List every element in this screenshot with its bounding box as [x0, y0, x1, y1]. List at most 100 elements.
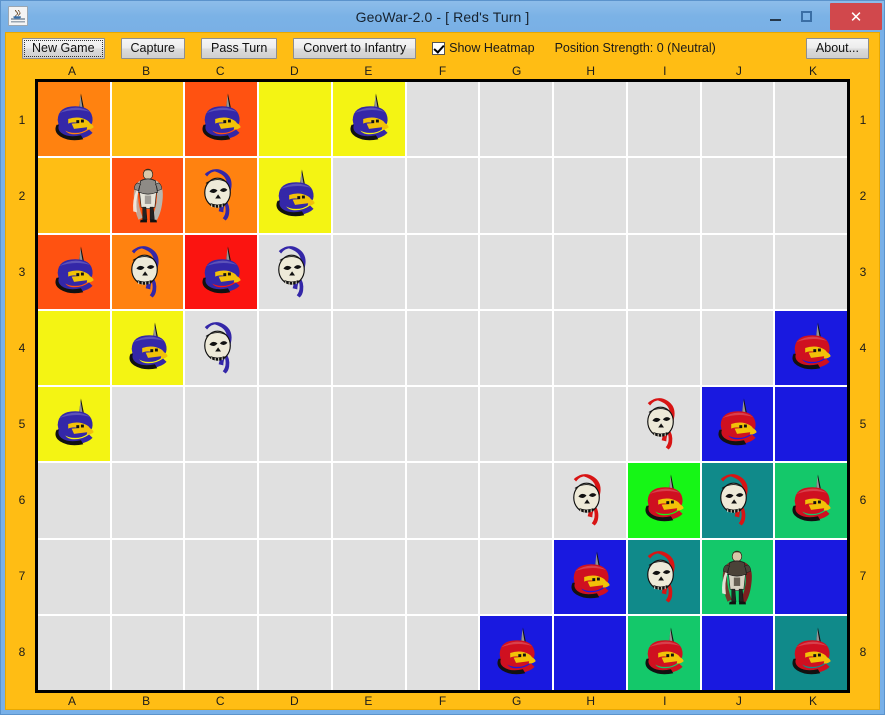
board-cell-i5[interactable]	[627, 387, 700, 462]
board-cell-i8[interactable]	[627, 615, 700, 690]
maximize-button[interactable]	[791, 4, 822, 29]
board-cell-h4[interactable]	[554, 310, 626, 385]
about-button[interactable]: About...	[805, 37, 869, 59]
board-cell-e5[interactable]	[332, 387, 405, 462]
capture-button[interactable]: Capture	[120, 37, 186, 59]
board-cell-g4[interactable]	[480, 310, 553, 385]
board-cell-b3[interactable]	[111, 234, 184, 309]
red-skull-icon[interactable]	[561, 471, 619, 529]
board-cell-b6[interactable]	[111, 463, 184, 538]
blue-helmet-icon[interactable]	[192, 90, 250, 148]
board-cell-f3[interactable]	[406, 234, 479, 309]
red-helmet-icon[interactable]	[782, 319, 840, 377]
board-cell-g8[interactable]	[480, 615, 553, 690]
minimize-button[interactable]	[760, 4, 791, 29]
board-cell-k6[interactable]	[775, 463, 847, 538]
board-cell-j3[interactable]	[701, 234, 774, 309]
board-cell-b2[interactable]	[111, 158, 184, 233]
board-cell-k3[interactable]	[775, 234, 847, 309]
board-cell-e1[interactable]	[332, 82, 405, 157]
board-cell-g6[interactable]	[480, 463, 553, 538]
blue-helmet-icon[interactable]	[45, 395, 103, 453]
board-cell-j7[interactable]	[701, 539, 774, 614]
blue-helmet-icon[interactable]	[119, 319, 177, 377]
board-cell-b8[interactable]	[111, 615, 184, 690]
board-cell-h7[interactable]	[554, 539, 626, 614]
board-cell-h8[interactable]	[554, 615, 626, 690]
red-helmet-icon[interactable]	[782, 624, 840, 682]
board-cell-i1[interactable]	[627, 82, 700, 157]
blue-helmet-icon[interactable]	[192, 243, 250, 301]
blue-helmet-icon[interactable]	[45, 243, 103, 301]
board-cell-a4[interactable]	[38, 310, 110, 385]
board-cell-j6[interactable]	[701, 463, 774, 538]
board-cell-k7[interactable]	[775, 539, 847, 614]
board-cell-d8[interactable]	[259, 615, 331, 690]
board-cell-c5[interactable]	[185, 387, 258, 462]
red-helmet-icon[interactable]	[635, 471, 693, 529]
board-cell-e4[interactable]	[332, 310, 405, 385]
board-cell-f4[interactable]	[406, 310, 479, 385]
board-cell-h2[interactable]	[554, 158, 626, 233]
board-cell-f7[interactable]	[406, 539, 479, 614]
board-cell-d7[interactable]	[259, 539, 331, 614]
red-helmet-icon[interactable]	[635, 624, 693, 682]
board-cell-h5[interactable]	[554, 387, 626, 462]
board-cell-a7[interactable]	[38, 539, 110, 614]
board-cell-a8[interactable]	[38, 615, 110, 690]
blue-helmet-icon[interactable]	[340, 90, 398, 148]
board-cell-d6[interactable]	[259, 463, 331, 538]
close-button[interactable]: ✕	[830, 3, 882, 30]
red-helmet-icon[interactable]	[487, 624, 545, 682]
new-game-button[interactable]: New Game	[22, 37, 105, 59]
board-cell-i2[interactable]	[627, 158, 700, 233]
board-cell-d3[interactable]	[259, 234, 331, 309]
board-cell-h3[interactable]	[554, 234, 626, 309]
blue-skull-icon[interactable]	[192, 166, 250, 224]
board-cell-k8[interactable]	[775, 615, 847, 690]
board-cell-c4[interactable]	[185, 310, 258, 385]
board-cell-e6[interactable]	[332, 463, 405, 538]
board-cell-k5[interactable]	[775, 387, 847, 462]
blue-helmet-icon[interactable]	[45, 90, 103, 148]
board-cell-j1[interactable]	[701, 82, 774, 157]
board-cell-j5[interactable]	[701, 387, 774, 462]
board-cell-d4[interactable]	[259, 310, 331, 385]
board-cell-f5[interactable]	[406, 387, 479, 462]
board-cell-k4[interactable]	[775, 310, 847, 385]
blue-skull-icon[interactable]	[119, 243, 177, 301]
board-cell-a3[interactable]	[38, 234, 110, 309]
board-cell-b4[interactable]	[111, 310, 184, 385]
board-cell-d1[interactable]	[259, 82, 331, 157]
board-cell-e8[interactable]	[332, 615, 405, 690]
show-heatmap-checkbox[interactable]: Show Heatmap	[432, 41, 535, 55]
checkbox-check-icon[interactable]	[432, 41, 446, 55]
board-cell-e3[interactable]	[332, 234, 405, 309]
board-cell-a1[interactable]	[38, 82, 110, 157]
board-cell-g1[interactable]	[480, 82, 553, 157]
board-cell-f2[interactable]	[406, 158, 479, 233]
board-cell-i7[interactable]	[627, 539, 700, 614]
red-skull-icon[interactable]	[708, 471, 766, 529]
board-cell-a5[interactable]	[38, 387, 110, 462]
board-cell-f8[interactable]	[406, 615, 479, 690]
board-cell-i6[interactable]	[627, 463, 700, 538]
board-cell-d5[interactable]	[259, 387, 331, 462]
board-cell-f1[interactable]	[406, 82, 479, 157]
blue-king-icon[interactable]	[121, 166, 175, 224]
board-cell-j8[interactable]	[701, 615, 774, 690]
board-cell-a6[interactable]	[38, 463, 110, 538]
convert-to-infantry-button[interactable]: Convert to Infantry	[293, 37, 417, 59]
board-cell-c7[interactable]	[185, 539, 258, 614]
game-board[interactable]	[35, 79, 850, 693]
board-cell-c6[interactable]	[185, 463, 258, 538]
board-cell-e2[interactable]	[332, 158, 405, 233]
red-helmet-icon[interactable]	[561, 548, 619, 606]
red-helmet-icon[interactable]	[708, 395, 766, 453]
board-cell-g7[interactable]	[480, 539, 553, 614]
board-cell-b1[interactable]	[111, 82, 184, 157]
board-cell-e7[interactable]	[332, 539, 405, 614]
red-skull-icon[interactable]	[635, 548, 693, 606]
board-cell-g3[interactable]	[480, 234, 553, 309]
blue-helmet-icon[interactable]	[266, 166, 324, 224]
